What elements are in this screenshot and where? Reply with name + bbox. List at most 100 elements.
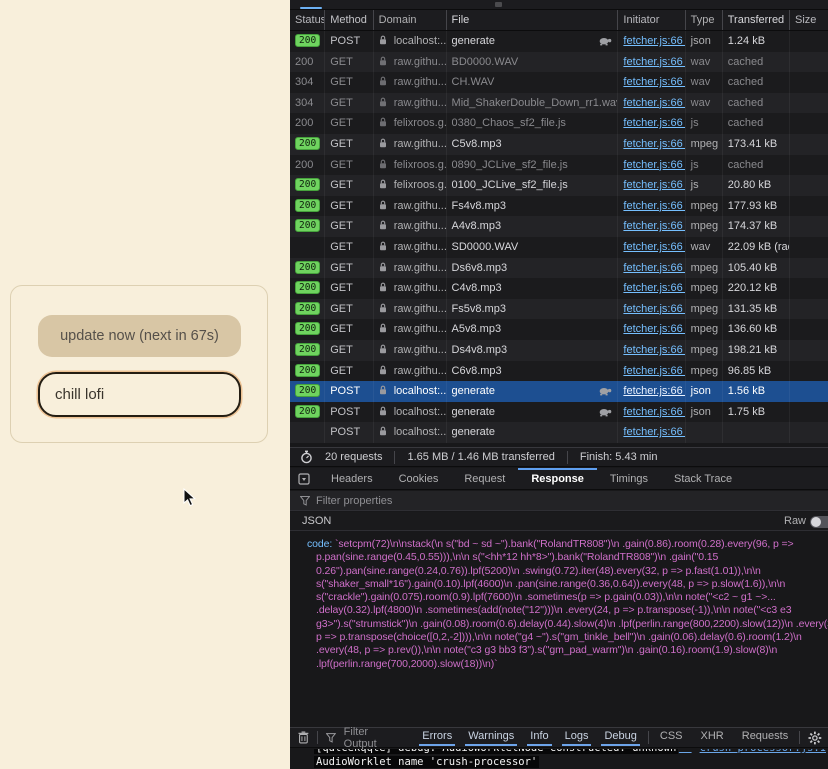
table-row[interactable]: 200 GET raw.githu... A5v8.mp3 — [290, 319, 828, 340]
network-summary-bar: 20 requests 1.65 MB / 1.46 MB transferre… — [290, 447, 828, 467]
initiator-cell[interactable]: fetcher.js:66 ... — [618, 216, 685, 237]
domain-text: raw.githu... — [394, 200, 447, 212]
initiator-link[interactable]: fetcher.js:66 ... — [623, 303, 685, 315]
console-filter-css[interactable]: CSS — [657, 729, 686, 746]
initiator-link[interactable]: fetcher.js:66 ... — [623, 406, 685, 418]
initiator-link[interactable]: fetcher.js:66 ... — [623, 56, 685, 68]
initiator-cell[interactable]: fetcher.js:66 ... — [618, 258, 685, 279]
initiator-link[interactable]: fetcher.js:66 ... — [623, 138, 685, 150]
console-filter-debug[interactable]: Debug — [601, 729, 639, 746]
column-header-method[interactable]: Method — [325, 10, 373, 30]
column-header-transferred[interactable]: Transferred — [723, 10, 790, 30]
console-filter-xhr[interactable]: XHR — [698, 729, 727, 746]
table-row[interactable]: 200 GET raw.githu... Fs4v8.mp3 — [290, 196, 828, 217]
table-row[interactable]: POST localhost:... generate — [290, 422, 828, 443]
initiator-link[interactable]: fetcher.js:66 ... — [623, 220, 685, 232]
initiator-link[interactable]: fetcher.js:66 ... — [623, 117, 685, 129]
initiator-link[interactable]: fetcher.js:66 ... — [623, 323, 685, 335]
table-row[interactable]: 200 GET raw.githu... Fs5v8.mp3 — [290, 299, 828, 320]
initiator-link[interactable]: fetcher.js:66 ... — [623, 344, 685, 356]
filter-properties-row[interactable]: Filter properties — [290, 491, 828, 511]
initiator-cell[interactable]: fetcher.js:66 ... — [618, 361, 685, 382]
tab-timings[interactable]: Timings — [597, 468, 661, 489]
table-row[interactable]: 304 GET raw.githu... Mid_ShakerDouble_Do… — [290, 93, 828, 114]
initiator-cell[interactable]: fetcher.js:66 ... — [618, 402, 685, 423]
table-row[interactable]: 200 GET raw.githu... Ds6v8.mp3 — [290, 258, 828, 279]
initiator-cell[interactable]: fetcher.js:66 ... — [618, 175, 685, 196]
column-header-initiator[interactable]: Initiator — [618, 10, 685, 30]
initiator-link[interactable]: fetcher.js:66 ... — [623, 241, 685, 253]
initiator-cell[interactable]: fetcher.js:66 ... — [618, 381, 685, 402]
initiator-link[interactable]: fetcher.js:66 ... — [623, 35, 685, 47]
raw-toggle[interactable] — [810, 516, 828, 528]
column-header-file[interactable]: File — [447, 10, 619, 30]
table-row[interactable]: 200 POST localhost:... generate — [290, 381, 828, 402]
console-filter-logs[interactable]: Logs — [562, 729, 592, 746]
table-row[interactable]: 200 GET raw.githu... C6v8.mp3 — [290, 361, 828, 382]
column-header-type[interactable]: Type — [686, 10, 723, 30]
initiator-cell[interactable]: fetcher.js:66 ... — [618, 52, 685, 73]
column-header-size[interactable]: Size — [790, 10, 828, 30]
clipped-source-link[interactable]: --crush-processor.js:1 — [679, 749, 826, 754]
initiator-cell[interactable]: fetcher.js:66 ... — [618, 422, 685, 443]
tab-stack-trace[interactable]: Stack Trace — [661, 468, 745, 489]
initiator-cell[interactable]: fetcher.js:66 ... — [618, 237, 685, 258]
detail-pane-icon[interactable] — [290, 468, 318, 489]
table-row[interactable]: 200 GET raw.githu... BD0000.WAV — [290, 52, 828, 73]
tab-request[interactable]: Request — [451, 468, 518, 489]
tab-headers[interactable]: Headers — [318, 468, 386, 489]
initiator-link[interactable]: fetcher.js:66 ... — [623, 159, 685, 171]
initiator-cell[interactable]: fetcher.js:66 ... — [618, 93, 685, 114]
table-row[interactable]: 200 GET raw.githu... C4v8.mp3 — [290, 278, 828, 299]
initiator-cell[interactable]: fetcher.js:66 ... — [618, 196, 685, 217]
domain-text: raw.githu... — [394, 56, 447, 68]
network-toolbar-clipped[interactable] — [290, 0, 828, 10]
table-row[interactable]: 200 GET felixroos.g... 0380_Chaos_sf2_fi… — [290, 113, 828, 134]
table-row[interactable]: 304 GET raw.githu... CH.WAV — [290, 72, 828, 93]
gear-icon[interactable] — [808, 731, 822, 745]
tab-response[interactable]: Response — [518, 468, 597, 489]
table-row[interactable]: 200 POST localhost:... generate — [290, 31, 828, 52]
initiator-link[interactable]: fetcher.js:66 ... — [623, 179, 685, 191]
initiator-link[interactable]: fetcher.js:66 ... — [623, 262, 685, 274]
initiator-cell[interactable]: fetcher.js:66 ... — [618, 340, 685, 361]
initiator-cell[interactable]: fetcher.js:66 ... — [618, 278, 685, 299]
initiator-cell[interactable]: fetcher.js:66 ... — [618, 299, 685, 320]
table-row[interactable]: 200 GET raw.githu... A4v8.mp3 — [290, 216, 828, 237]
initiator-link[interactable]: fetcher.js:66 ... — [623, 97, 685, 109]
column-header-domain[interactable]: Domain — [374, 10, 447, 30]
initiator-cell[interactable]: fetcher.js:66 ... — [618, 72, 685, 93]
divider — [317, 731, 318, 744]
initiator-link[interactable]: fetcher.js:66 ... — [623, 76, 685, 88]
webpage-panel: update now (next in 67s) — [0, 0, 290, 769]
console-filter-requests[interactable]: Requests — [739, 729, 791, 746]
lock-icon — [379, 138, 387, 148]
trash-icon[interactable] — [298, 731, 309, 744]
table-row[interactable]: 200 GET raw.githu... Ds4v8.mp3 — [290, 340, 828, 361]
initiator-link[interactable]: fetcher.js:66 ... — [623, 365, 685, 377]
update-now-button[interactable]: update now (next in 67s) — [38, 315, 241, 357]
initiator-link[interactable]: fetcher.js:66 ... — [623, 426, 685, 438]
initiator-link[interactable]: fetcher.js:66 ... — [623, 385, 685, 397]
initiator-cell[interactable]: fetcher.js:66 ... — [618, 134, 685, 155]
initiator-cell[interactable]: fetcher.js:66 ... — [618, 319, 685, 340]
response-json-code[interactable]: code: `setcpm(72)\n\nstack(\n s("bd ~ sd… — [290, 531, 828, 681]
console-filter-warnings[interactable]: Warnings — [465, 729, 517, 746]
table-row[interactable]: 200 GET raw.githu... C5v8.mp3 — [290, 134, 828, 155]
console-filter-errors[interactable]: Errors — [419, 729, 455, 746]
prompt-input[interactable] — [38, 372, 241, 417]
initiator-cell[interactable]: fetcher.js:66 ... — [618, 31, 685, 52]
table-row[interactable]: GET raw.githu... SD0000.WAV — [290, 237, 828, 258]
table-row[interactable]: 200 GET felixroos.g... 0890_JCLive_sf2_f… — [290, 155, 828, 176]
initiator-link[interactable]: fetcher.js:66 ... — [623, 282, 685, 294]
console-filter-placeholder[interactable]: Filter Output — [344, 726, 404, 750]
initiator-link[interactable]: fetcher.js:66 ... — [623, 200, 685, 212]
table-row[interactable]: 200 GET felixroos.g... 0100_JCLive_sf2_f… — [290, 175, 828, 196]
request-table-header[interactable]: StatusMethodDomainFileInitiatorTypeTrans… — [290, 10, 828, 31]
initiator-cell[interactable]: fetcher.js:66 ... — [618, 113, 685, 134]
console-filter-info[interactable]: Info — [527, 729, 551, 746]
column-header-status[interactable]: Status — [290, 10, 325, 30]
tab-cookies[interactable]: Cookies — [386, 468, 452, 489]
initiator-cell[interactable]: fetcher.js:66 ... — [618, 155, 685, 176]
table-row[interactable]: 200 POST localhost:... generate — [290, 402, 828, 423]
